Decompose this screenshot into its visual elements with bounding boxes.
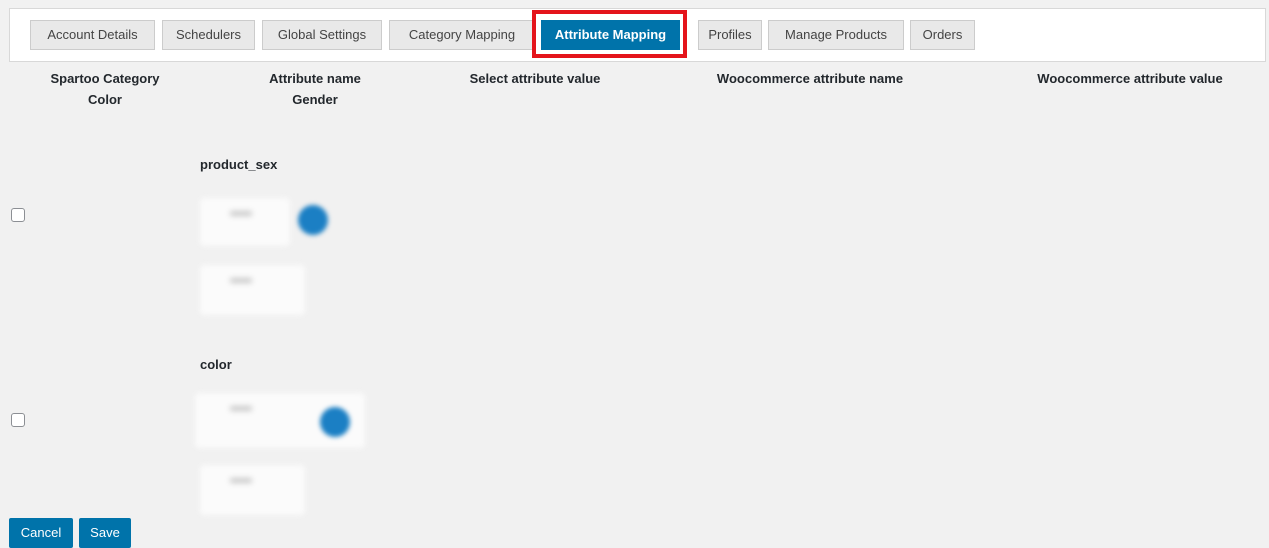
attribute-row-label: color — [200, 357, 232, 372]
tab-attribute-mapping[interactable]: Attribute Mapping — [541, 20, 680, 50]
column-header-woo-name: Woocommerce attribute name — [716, 71, 904, 86]
tab-global-settings[interactable]: Global Settings — [262, 20, 382, 50]
blurred-toggle — [298, 205, 328, 235]
column-header-category: Spartoo Category Color — [20, 68, 190, 110]
column-header-woo-value: Woocommerce attribute value — [1037, 71, 1223, 86]
tab-account-details[interactable]: Account Details — [30, 20, 155, 50]
row-checkbox[interactable] — [11, 413, 25, 427]
column-header-category-title: Spartoo Category — [50, 71, 160, 86]
column-header-select-value: Select attribute value — [469, 71, 601, 86]
blurred-field — [200, 465, 305, 515]
blurred-toggle — [320, 407, 350, 437]
tab-profiles[interactable]: Profiles — [698, 20, 762, 50]
tab-bar: Account Details Schedulers Global Settin… — [9, 8, 1266, 62]
attribute-row-label: product_sex — [200, 157, 278, 172]
tab-schedulers[interactable]: Schedulers — [162, 20, 255, 50]
tab-orders[interactable]: Orders — [910, 20, 975, 50]
column-header-attribute: Attribute name Gender — [230, 68, 400, 110]
tab-category-mapping[interactable]: Category Mapping — [389, 20, 535, 50]
column-header-attribute-value: Gender — [292, 92, 338, 107]
column-header-attribute-title: Attribute name — [269, 71, 361, 86]
cancel-button[interactable]: Cancel — [9, 518, 73, 548]
save-button[interactable]: Save — [79, 518, 131, 548]
row-checkbox[interactable] — [11, 208, 25, 222]
column-header-category-value: Color — [88, 92, 122, 107]
blurred-field — [200, 198, 290, 246]
tab-manage-products[interactable]: Manage Products — [768, 20, 904, 50]
blurred-field — [200, 265, 305, 315]
